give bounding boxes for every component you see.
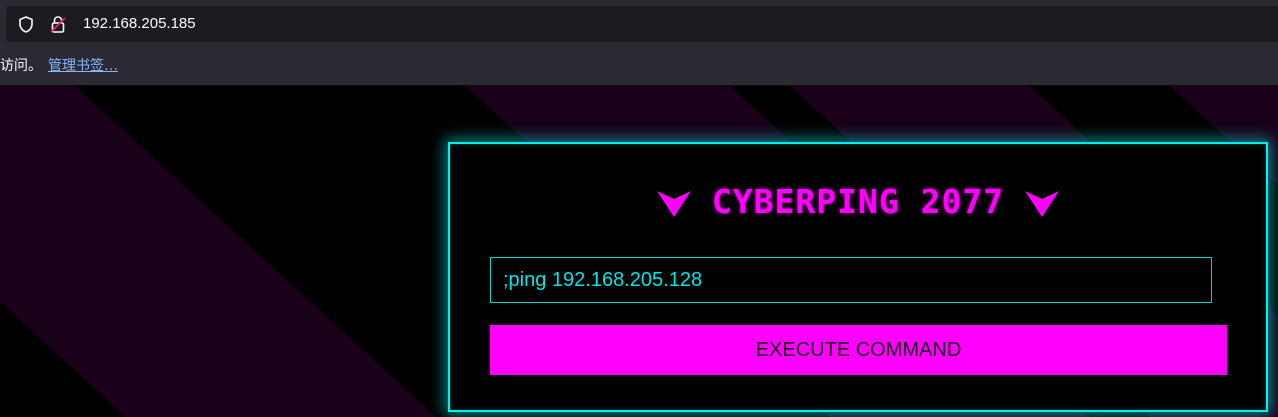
- page-title: CYBERPING 2077: [711, 182, 1005, 221]
- command-input[interactable]: [490, 257, 1212, 303]
- cyberping-panel: CYBERPING 2077 EXECUTE COMMAND: [448, 142, 1268, 412]
- chevron-down-icon: [1025, 190, 1060, 217]
- manage-bookmarks-link[interactable]: 管理书签…: [48, 58, 118, 74]
- url-text[interactable]: 192.168.205.185: [83, 14, 196, 34]
- bookmarks-notice-text: 访问。: [0, 58, 42, 74]
- execute-command-button[interactable]: EXECUTE COMMAND: [490, 325, 1227, 375]
- bookmarks-notice: 访问。 管理书签…: [0, 57, 118, 75]
- page-content: CYBERPING 2077 EXECUTE COMMAND: [0, 86, 1278, 417]
- address-field[interactable]: [6, 6, 1278, 42]
- chevron-down-icon: [656, 190, 691, 217]
- title-row: CYBERPING 2077: [450, 182, 1266, 222]
- shield-icon[interactable]: [18, 16, 34, 33]
- bookmarks-bar: 访问。 管理书签…: [0, 48, 1278, 86]
- lock-icon[interactable]: [50, 15, 66, 34]
- browser-urlbar: 192.168.205.185: [0, 0, 1278, 48]
